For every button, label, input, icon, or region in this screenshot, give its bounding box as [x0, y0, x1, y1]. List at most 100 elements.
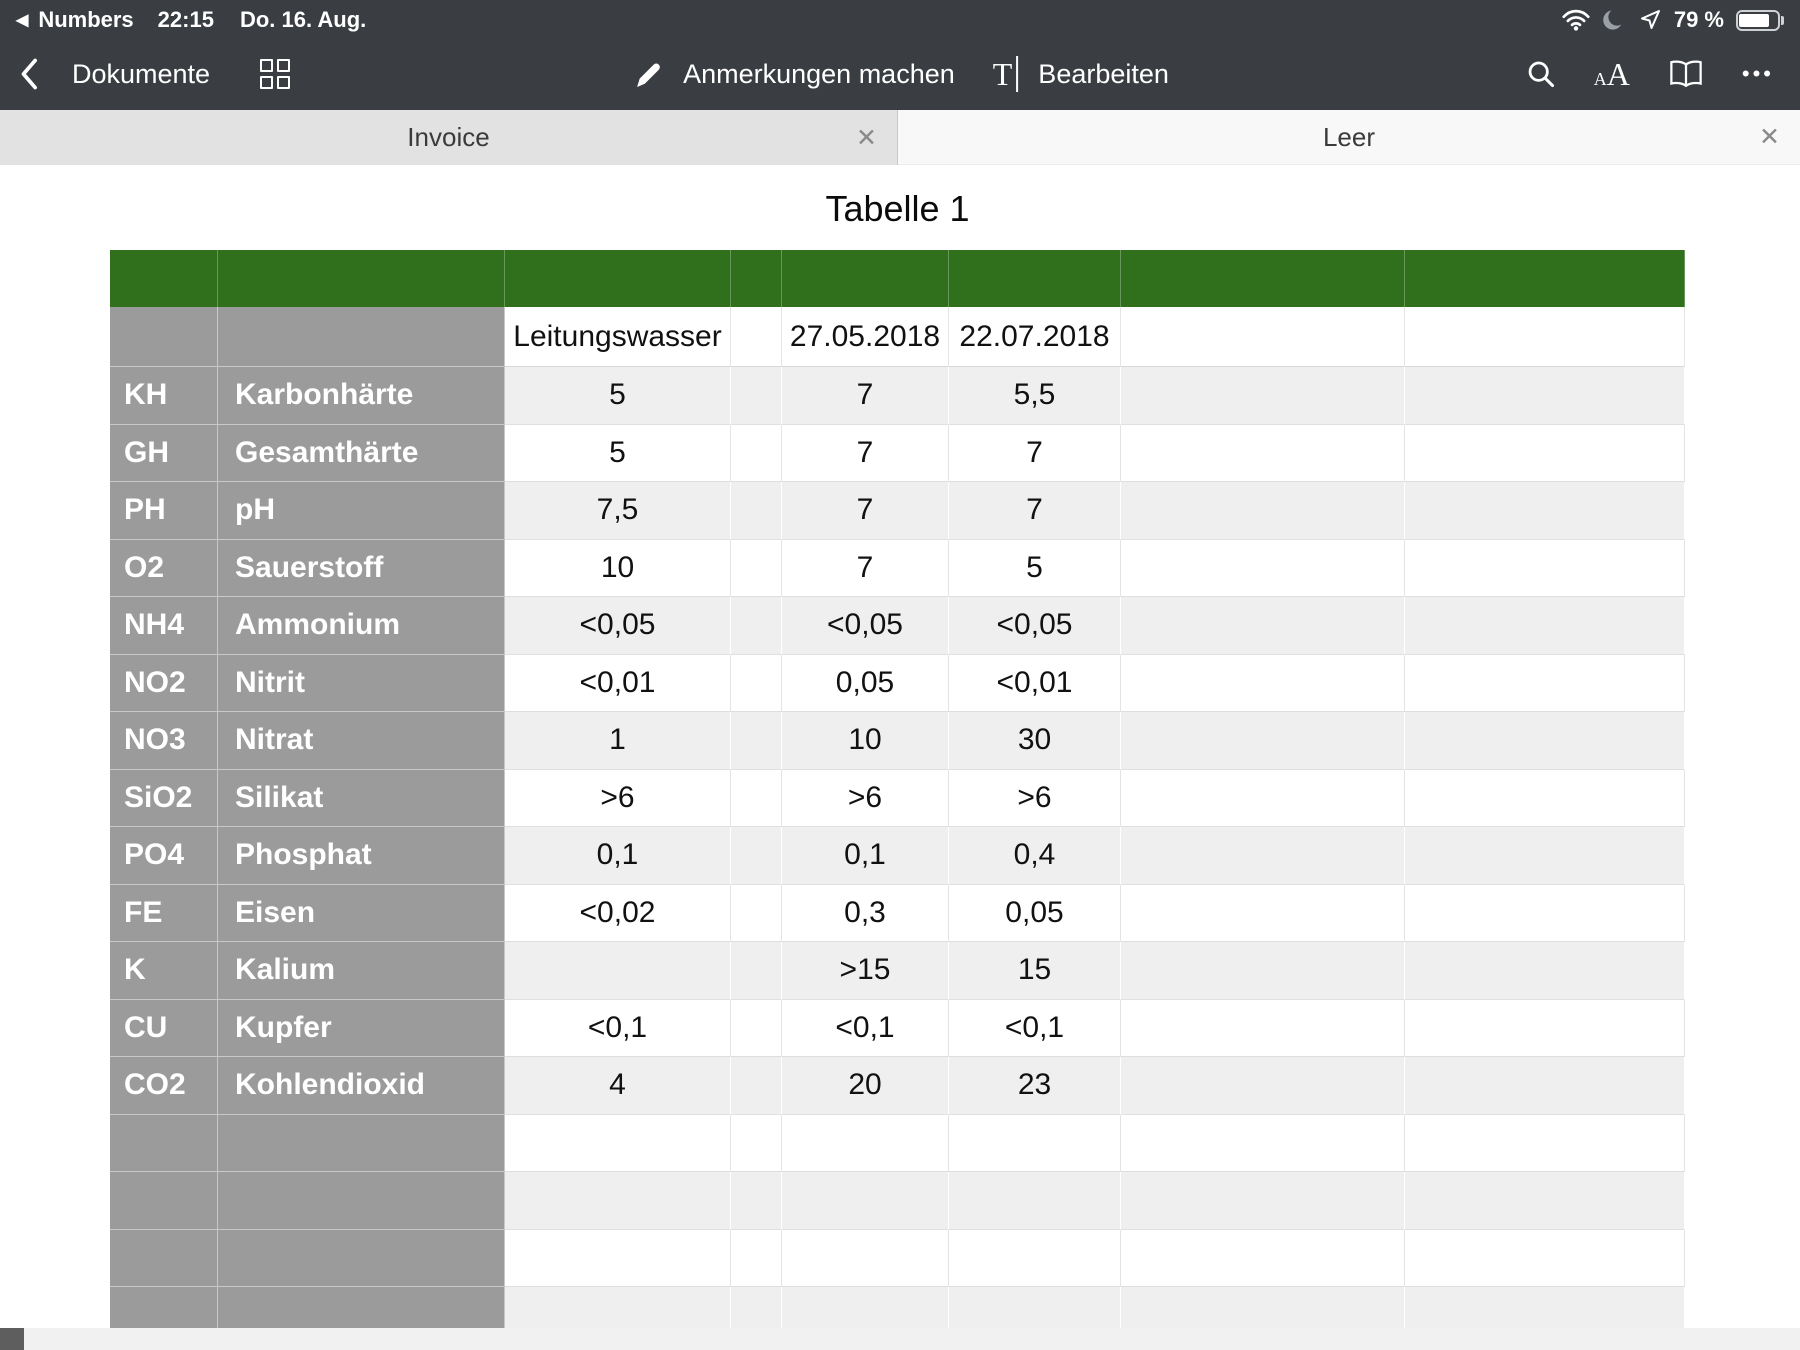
row-name-CU[interactable]: Kupfer	[218, 999, 505, 1057]
row-name-NO3[interactable]: Nitrat	[218, 712, 505, 770]
empty-cell[interactable]	[505, 1172, 731, 1230]
cell-SiO2-date2[interactable]: >6	[949, 769, 1121, 827]
cell-O2-date2[interactable]: 5	[949, 539, 1121, 597]
empty-cell[interactable]	[505, 1229, 731, 1287]
row-name-FE[interactable]: Eisen	[218, 884, 505, 942]
cell-NO2-blank2[interactable]	[1405, 654, 1685, 712]
cell-GH-blank1[interactable]	[1121, 424, 1405, 482]
cell-NO3-date1[interactable]: 10	[782, 712, 949, 770]
row-code-CU[interactable]: CU	[110, 999, 218, 1057]
cell-SiO2-date1[interactable]: >6	[782, 769, 949, 827]
row-name-O2[interactable]: Sauerstoff	[218, 539, 505, 597]
cell-GH-date1[interactable]: 7	[782, 424, 949, 482]
cell-FE-date2[interactable]: 0,05	[949, 884, 1121, 942]
cell-PO4-date1[interactable]: 0,1	[782, 827, 949, 885]
cell-FE-gap[interactable]	[731, 884, 782, 942]
row-code-FE[interactable]: FE	[110, 884, 218, 942]
empty-cell[interactable]	[782, 1172, 949, 1230]
cell-KH-blank1[interactable]	[1121, 367, 1405, 425]
tab-leer[interactable]: Leer ✕	[898, 110, 1800, 165]
row-code-GH[interactable]: GH	[110, 424, 218, 482]
cell-NH4-blank1[interactable]	[1121, 597, 1405, 655]
cell-GH-gap[interactable]	[731, 424, 782, 482]
cell-NO2-date2[interactable]: <0,01	[949, 654, 1121, 712]
table-title[interactable]: Tabelle 1	[110, 188, 1685, 230]
row-code-O2[interactable]: O2	[110, 539, 218, 597]
empty-cell[interactable]	[731, 1114, 782, 1172]
empty-cell[interactable]	[1405, 1229, 1685, 1287]
green-header-cell[interactable]	[110, 250, 218, 307]
cell-PH-date1[interactable]: 7	[782, 482, 949, 540]
cell-NO3-blank1[interactable]	[1121, 712, 1405, 770]
empty-cell[interactable]	[731, 1172, 782, 1230]
empty-cell[interactable]	[1121, 1114, 1405, 1172]
empty-cell[interactable]	[731, 1287, 782, 1328]
cell-CU-date2[interactable]: <0,1	[949, 999, 1121, 1057]
cell-FE-date1[interactable]: 0,3	[782, 884, 949, 942]
cell-SiO2-leitungswasser[interactable]: >6	[505, 769, 731, 827]
cell-NH4-blank2[interactable]	[1405, 597, 1685, 655]
cell-NO2-blank1[interactable]	[1121, 654, 1405, 712]
empty-cell[interactable]	[1121, 1172, 1405, 1230]
cell-PO4-blank1[interactable]	[1121, 827, 1405, 885]
empty-row-code[interactable]	[110, 1287, 218, 1328]
cell-O2-blank1[interactable]	[1121, 539, 1405, 597]
cell-PH-blank1[interactable]	[1121, 482, 1405, 540]
empty-cell[interactable]	[731, 1229, 782, 1287]
row-header-blank[interactable]	[218, 307, 505, 367]
col-header-blank[interactable]	[1121, 307, 1405, 367]
cell-KH-leitungswasser[interactable]: 5	[505, 367, 731, 425]
empty-row-name[interactable]	[218, 1229, 505, 1287]
cell-K-date2[interactable]: 15	[949, 942, 1121, 1000]
search-button[interactable]	[1526, 59, 1556, 89]
row-code-PH[interactable]: PH	[110, 482, 218, 540]
cell-NO2-date1[interactable]: 0,05	[782, 654, 949, 712]
cell-CO2-blank1[interactable]	[1121, 1057, 1405, 1115]
empty-row-name[interactable]	[218, 1287, 505, 1328]
col-header-leitungswasser[interactable]: Leitungswasser	[505, 307, 731, 367]
cell-CO2-date2[interactable]: 23	[949, 1057, 1121, 1115]
cell-NO2-gap[interactable]	[731, 654, 782, 712]
empty-row-code[interactable]	[110, 1229, 218, 1287]
tab-leer-close-icon[interactable]: ✕	[1759, 122, 1780, 152]
empty-row-name[interactable]	[218, 1172, 505, 1230]
cell-NO2-leitungswasser[interactable]: <0,01	[505, 654, 731, 712]
cell-O2-gap[interactable]	[731, 539, 782, 597]
cell-KH-date1[interactable]: 7	[782, 367, 949, 425]
cell-NO3-date2[interactable]: 30	[949, 712, 1121, 770]
cell-CU-gap[interactable]	[731, 999, 782, 1057]
cell-KH-date2[interactable]: 5,5	[949, 367, 1121, 425]
cell-CU-leitungswasser[interactable]: <0,1	[505, 999, 731, 1057]
annotate-button[interactable]: Anmerkungen machen	[631, 58, 955, 90]
cell-K-gap[interactable]	[731, 942, 782, 1000]
cell-K-date1[interactable]: >15	[782, 942, 949, 1000]
scrollbar-thumb[interactable]	[0, 1328, 24, 1350]
cell-PO4-leitungswasser[interactable]: 0,1	[505, 827, 731, 885]
cell-KH-gap[interactable]	[731, 367, 782, 425]
row-name-CO2[interactable]: Kohlendioxid	[218, 1057, 505, 1115]
cell-K-blank1[interactable]	[1121, 942, 1405, 1000]
empty-cell[interactable]	[1405, 1287, 1685, 1328]
col-header-date-1[interactable]: 27.05.2018	[782, 307, 949, 367]
cell-NH4-date1[interactable]: <0,05	[782, 597, 949, 655]
cell-K-leitungswasser[interactable]	[505, 942, 731, 1000]
row-name-PO4[interactable]: Phosphat	[218, 827, 505, 885]
cell-K-blank2[interactable]	[1405, 942, 1685, 1000]
empty-cell[interactable]	[782, 1287, 949, 1328]
green-header-cell[interactable]	[218, 250, 505, 307]
col-header-blank[interactable]	[1405, 307, 1685, 367]
row-code-CO2[interactable]: CO2	[110, 1057, 218, 1115]
empty-cell[interactable]	[1121, 1287, 1405, 1328]
cell-PO4-date2[interactable]: 0,4	[949, 827, 1121, 885]
row-code-KH[interactable]: KH	[110, 367, 218, 425]
row-code-K[interactable]: K	[110, 942, 218, 1000]
green-header-cell[interactable]	[1121, 250, 1405, 307]
cell-GH-leitungswasser[interactable]: 5	[505, 424, 731, 482]
empty-cell[interactable]	[782, 1114, 949, 1172]
cell-CO2-leitungswasser[interactable]: 4	[505, 1057, 731, 1115]
row-code-SiO2[interactable]: SiO2	[110, 769, 218, 827]
cell-PH-gap[interactable]	[731, 482, 782, 540]
cell-FE-blank2[interactable]	[1405, 884, 1685, 942]
cell-CU-blank2[interactable]	[1405, 999, 1685, 1057]
empty-row-code[interactable]	[110, 1172, 218, 1230]
